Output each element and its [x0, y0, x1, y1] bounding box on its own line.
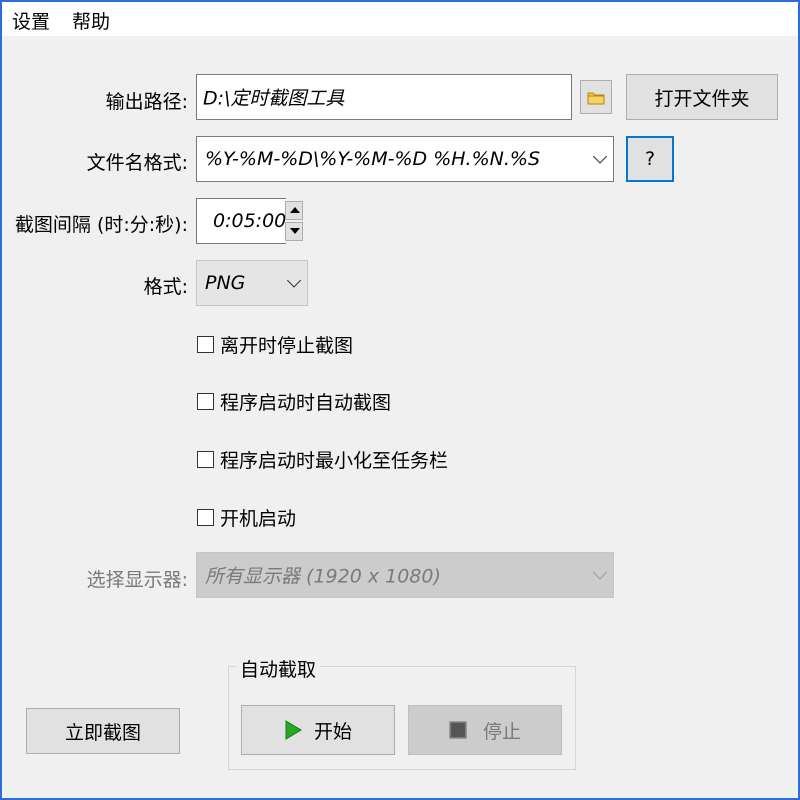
minimize-on-start-label: 程序启动时最小化至任务栏: [220, 449, 449, 472]
spin-down-button[interactable]: [285, 222, 303, 241]
format-value: PNG: [205, 272, 246, 294]
open-folder-button[interactable]: 打开文件夹: [626, 74, 778, 120]
checkbox-box[interactable]: [197, 335, 214, 353]
start-label: 开始: [313, 720, 352, 743]
stop-on-leave-label: 离开时停止截图: [220, 334, 354, 357]
chevron-down-icon: [592, 565, 608, 580]
output-path-input[interactable]: D:\定时截图工具: [196, 74, 572, 120]
checkbox-box[interactable]: [197, 450, 214, 468]
arrow-down-icon: [290, 228, 300, 234]
filename-format-label: 文件名格式:: [86, 152, 188, 174]
interval-stepper[interactable]: [285, 201, 303, 241]
auto-capture-on-start-checkbox[interactable]: 程序启动时自动截图: [197, 389, 392, 414]
minimize-on-start-checkbox[interactable]: 程序启动时最小化至任务栏: [197, 447, 449, 472]
play-icon: [285, 720, 302, 740]
chevron-down-icon: [286, 273, 302, 288]
interval-value: 0:05:00: [213, 210, 287, 232]
chevron-down-icon: [592, 149, 608, 164]
format-select[interactable]: PNG: [196, 260, 308, 306]
checkbox-box[interactable]: [197, 392, 214, 410]
menu-help[interactable]: 帮助: [72, 7, 110, 34]
monitor-select[interactable]: 所有显示器 (1920 x 1080): [196, 552, 614, 598]
menu-settings[interactable]: 设置: [12, 7, 50, 34]
filename-format-combo[interactable]: %Y-%M-%D\%Y-%M-%D %H.%N.%S: [196, 136, 614, 182]
format-label: 格式:: [143, 276, 188, 298]
stop-button[interactable]: 停止: [408, 705, 562, 755]
auto-capture-title: 自动截取: [236, 655, 321, 682]
monitor-label: 选择显示器:: [86, 569, 188, 591]
spin-up-button[interactable]: [285, 201, 303, 220]
start-on-boot-label: 开机启动: [220, 507, 297, 530]
capture-now-button[interactable]: 立即截图: [26, 708, 180, 754]
stop-label: 停止: [482, 720, 521, 743]
filename-help-button[interactable]: ?: [626, 136, 674, 182]
start-on-boot-checkbox[interactable]: 开机启动: [197, 505, 297, 530]
monitor-value: 所有显示器 (1920 x 1080): [205, 565, 441, 588]
folder-icon: [587, 92, 605, 104]
interval-label: 截图间隔 (时:分:秒):: [14, 214, 188, 236]
stop-on-leave-checkbox[interactable]: 离开时停止截图: [197, 332, 354, 357]
start-button[interactable]: 开始: [241, 705, 395, 755]
output-path-label: 输出路径:: [105, 91, 188, 113]
checkbox-box[interactable]: [197, 508, 214, 526]
browse-folder-button[interactable]: [580, 80, 612, 114]
interval-input[interactable]: 0:05:00: [196, 198, 286, 244]
menu-bar: 设置 帮助: [2, 2, 798, 36]
output-path-value: D:\定时截图工具: [203, 87, 345, 110]
filename-format-value: %Y-%M-%D\%Y-%M-%D %H.%N.%S: [205, 148, 541, 170]
stop-icon: [449, 721, 467, 739]
arrow-up-icon: [290, 207, 300, 213]
auto-capture-on-start-label: 程序启动时自动截图: [220, 391, 392, 414]
